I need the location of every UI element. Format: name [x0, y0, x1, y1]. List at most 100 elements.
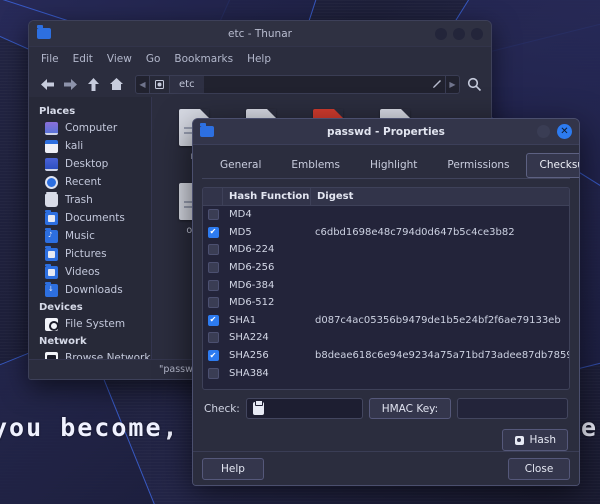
- desktop-icon: [45, 158, 58, 171]
- hmac-key-button[interactable]: HMAC Key:: [369, 398, 451, 419]
- checkbox-sha1[interactable]: [208, 315, 219, 326]
- row-checkbox-cell[interactable]: [203, 332, 223, 343]
- clipboard-icon[interactable]: [253, 402, 264, 415]
- sidebar-item-label: Downloads: [65, 284, 123, 296]
- close-icon[interactable]: [471, 28, 483, 40]
- forward-arrow-icon[interactable]: [62, 76, 79, 93]
- properties-titlebar[interactable]: passwd - Properties ✕: [193, 119, 579, 145]
- hash-button[interactable]: Hash: [502, 429, 568, 451]
- table-row[interactable]: MD6-256: [203, 259, 569, 277]
- properties-footer: Help Close: [193, 451, 579, 485]
- menu-file[interactable]: File: [41, 53, 59, 65]
- close-button[interactable]: Close: [508, 458, 570, 480]
- checkbox-sha224[interactable]: [208, 332, 219, 343]
- path-chip-etc[interactable]: etc: [170, 76, 204, 93]
- tab-highlight[interactable]: Highlight: [356, 153, 431, 178]
- recent-icon: [45, 176, 58, 189]
- downloads-folder-icon: ↓: [45, 284, 58, 297]
- help-button[interactable]: Help: [202, 458, 264, 480]
- table-row[interactable]: MD5 c6dbd1698e48c794d0d647b5c4ce3b82: [203, 224, 569, 242]
- row-checkbox-cell[interactable]: [203, 297, 223, 308]
- sidebar-item-file-system[interactable]: File System: [29, 315, 151, 333]
- minimize-icon[interactable]: [435, 28, 447, 40]
- back-arrow-icon[interactable]: [39, 76, 56, 93]
- thunar-window-buttons[interactable]: [435, 28, 483, 40]
- sidebar[interactable]: Places Computer kali Desktop Recent: [29, 97, 151, 359]
- table-row[interactable]: MD6-224: [203, 241, 569, 259]
- table-row[interactable]: MD6-384: [203, 276, 569, 294]
- sidebar-item-label: File System: [65, 318, 125, 330]
- table-row[interactable]: SHA384: [203, 364, 569, 382]
- hash-function-name: MD6-512: [223, 297, 311, 308]
- path-scroll-right-icon[interactable]: ▶: [445, 76, 459, 93]
- menu-view[interactable]: View: [107, 53, 132, 65]
- checkbox-md6-256[interactable]: [208, 262, 219, 273]
- menu-edit[interactable]: Edit: [73, 53, 93, 65]
- minimize-icon[interactable]: [537, 125, 550, 138]
- check-input[interactable]: [246, 398, 363, 419]
- hash-function-name: SHA256: [223, 350, 311, 361]
- checkbox-md4[interactable]: [208, 209, 219, 220]
- close-icon[interactable]: ✕: [557, 124, 572, 139]
- properties-window-buttons[interactable]: ✕: [537, 124, 572, 139]
- hash-function-name: MD6-224: [223, 244, 311, 255]
- tab-general[interactable]: General: [206, 153, 275, 178]
- sidebar-item-label: Browse Network: [65, 352, 150, 359]
- sidebar-group-network: Network: [29, 333, 151, 349]
- maximize-icon[interactable]: [453, 28, 465, 40]
- checkbox-sha256[interactable]: [208, 350, 219, 361]
- path-bar[interactable]: ◀ etc ▶: [135, 75, 460, 94]
- sidebar-item-pictures[interactable]: Pictures: [29, 245, 151, 263]
- sidebar-item-kali[interactable]: kali: [29, 137, 151, 155]
- checkbox-sha384[interactable]: [208, 368, 219, 379]
- checkbox-md6-224[interactable]: [208, 244, 219, 255]
- sidebar-item-computer[interactable]: Computer: [29, 119, 151, 137]
- sidebar-item-trash[interactable]: Trash: [29, 191, 151, 209]
- checkbox-md6-384[interactable]: [208, 280, 219, 291]
- tab-checksums[interactable]: Checksums: [526, 153, 580, 178]
- pencil-edit-icon[interactable]: [427, 79, 445, 90]
- row-checkbox-cell[interactable]: [203, 262, 223, 273]
- hash-button-row: Hash: [202, 419, 570, 451]
- row-checkbox-cell[interactable]: [203, 244, 223, 255]
- menu-go[interactable]: Go: [146, 53, 161, 65]
- row-checkbox-cell[interactable]: [203, 368, 223, 379]
- home-icon[interactable]: [108, 76, 125, 93]
- sidebar-group-places: Places: [29, 103, 151, 119]
- row-checkbox-cell[interactable]: [203, 209, 223, 220]
- row-checkbox-cell[interactable]: [203, 280, 223, 291]
- sidebar-item-videos[interactable]: Videos: [29, 263, 151, 281]
- properties-dialog[interactable]: passwd - Properties ✕ General Emblems Hi…: [192, 118, 580, 486]
- sidebar-item-browse-network[interactable]: Browse Network: [29, 349, 151, 359]
- sidebar-item-label: Music: [65, 230, 95, 242]
- row-checkbox-cell[interactable]: [203, 227, 223, 238]
- thunar-toolbar[interactable]: ◀ etc ▶: [29, 71, 491, 97]
- path-scroll-left-icon[interactable]: ◀: [136, 76, 150, 93]
- device-icon[interactable]: [150, 76, 170, 93]
- table-row[interactable]: MD4: [203, 206, 569, 224]
- checkbox-md5[interactable]: [208, 227, 219, 238]
- table-row[interactable]: SHA256 b8deae618c6e94e9234a75a71bd73adee…: [203, 347, 569, 365]
- table-row[interactable]: SHA224: [203, 329, 569, 347]
- row-checkbox-cell[interactable]: [203, 350, 223, 361]
- tab-permissions[interactable]: Permissions: [433, 153, 523, 178]
- table-row[interactable]: MD6-512: [203, 294, 569, 312]
- menu-bookmarks[interactable]: Bookmarks: [174, 53, 233, 65]
- hash-digest-value: d087c4ac05356b9479de1b5e24bf2f6ae79133eb: [311, 315, 569, 326]
- tab-emblems[interactable]: Emblems: [277, 153, 354, 178]
- sidebar-item-documents[interactable]: Documents: [29, 209, 151, 227]
- hmac-key-input[interactable]: [457, 398, 568, 419]
- sidebar-item-music[interactable]: ♪ Music: [29, 227, 151, 245]
- sidebar-item-recent[interactable]: Recent: [29, 173, 151, 191]
- menu-help[interactable]: Help: [247, 53, 271, 65]
- thunar-menubar[interactable]: File Edit View Go Bookmarks Help: [29, 47, 491, 71]
- table-row[interactable]: SHA1 d087c4ac05356b9479de1b5e24bf2f6ae79…: [203, 312, 569, 330]
- row-checkbox-cell[interactable]: [203, 315, 223, 326]
- up-arrow-icon[interactable]: [85, 76, 102, 93]
- checkbox-md6-512[interactable]: [208, 297, 219, 308]
- sidebar-item-downloads[interactable]: ↓ Downloads: [29, 281, 151, 299]
- properties-tabs[interactable]: General Emblems Highlight Permissions Ch…: [202, 153, 570, 179]
- search-icon[interactable]: [466, 76, 483, 93]
- sidebar-item-desktop[interactable]: Desktop: [29, 155, 151, 173]
- thunar-titlebar[interactable]: etc - Thunar: [29, 21, 491, 47]
